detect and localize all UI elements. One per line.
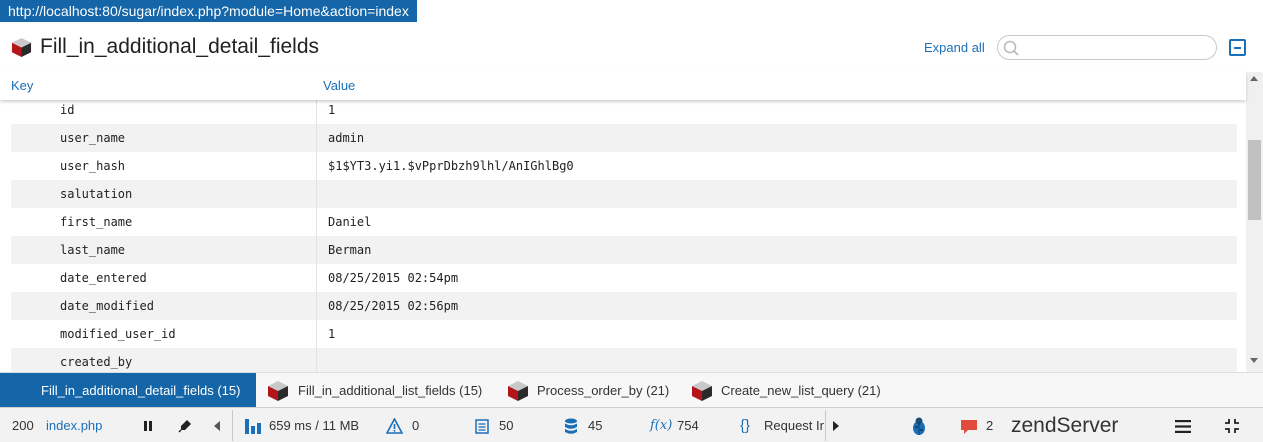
pause-icon[interactable] (142, 420, 154, 432)
tabs-bar: Fill_in_additional_detail_fields (15) Fi… (0, 372, 1263, 408)
warnings-count[interactable]: 0 (412, 408, 419, 442)
notifications-count[interactable]: 2 (986, 408, 993, 442)
warning-icon (386, 418, 403, 434)
column-divider (316, 124, 317, 152)
column-divider (316, 96, 317, 124)
status-divider (232, 410, 233, 441)
tab-label: Fill_in_additional_list_fields (15) (298, 383, 483, 398)
tab-create-new-list-query[interactable]: Create_new_list_query (21) (680, 373, 900, 408)
request-info-label[interactable]: Request In (764, 408, 824, 442)
chevron-left-icon[interactable] (213, 420, 221, 432)
functions-count[interactable]: 754 (677, 408, 699, 442)
scroll-down-arrow-icon[interactable] (1250, 358, 1258, 363)
panel-header: Fill_in_additional_detail_fields Expand … (0, 22, 1263, 72)
row-value: admin (328, 131, 365, 145)
table-row[interactable]: created_by (11, 348, 1237, 372)
tab-process-order-by[interactable]: Process_order_by (21) (496, 373, 680, 408)
row-key: modified_user_id (60, 327, 176, 341)
chat-icon[interactable] (960, 419, 978, 435)
row-key: date_modified (60, 299, 154, 313)
status-code: 200 (12, 418, 34, 433)
time-memory-value[interactable]: 659 ms / 11 MB (269, 408, 359, 442)
logs-count[interactable]: 50 (499, 408, 513, 442)
row-value: Daniel (328, 215, 372, 229)
pin-icon[interactable] (178, 419, 192, 433)
vertical-scrollbar[interactable] (1246, 72, 1263, 372)
collapse-icon[interactable] (1229, 39, 1246, 56)
row-value: Berman (328, 243, 372, 257)
column-divider (316, 180, 317, 208)
row-key: id (60, 103, 75, 117)
column-header-value[interactable]: Value (323, 78, 355, 93)
table-row[interactable]: user_hash $1$YT3.yi1.$vPprDbzh9lhl/AnIGh… (11, 152, 1237, 180)
db-queries-count[interactable]: 45 (588, 408, 602, 442)
row-value: 08/25/2015 02:56pm (328, 299, 459, 313)
url-status-bar: http://localhost:80/sugar/index.php?modu… (0, 0, 417, 22)
row-key: last_name (60, 243, 126, 257)
server-logo-word: Server (1056, 414, 1119, 437)
search-icon (1003, 40, 1019, 56)
row-value: $1$YT3.yi1.$vPprDbzh9lhl/AnIGhlBg0 (328, 159, 574, 173)
tab-label: Create_new_list_query (21) (721, 383, 881, 398)
column-divider (316, 208, 317, 236)
cube-icon (268, 381, 288, 401)
table-row[interactable]: last_name Berman (11, 236, 1237, 264)
shrink-icon[interactable] (1224, 418, 1240, 434)
table-row[interactable]: date_modified 08/25/2015 02:56pm (11, 292, 1237, 320)
column-divider (316, 264, 317, 292)
table-row[interactable]: modified_user_id 1 (11, 320, 1237, 348)
tab-fill-in-additional-list-fields[interactable]: Fill_in_additional_list_fields (15) (256, 373, 496, 408)
scroll-up-arrow-icon[interactable] (1250, 76, 1258, 81)
data-table: id 1 user_name admin user_hash $1$YT3.yi… (0, 96, 1246, 372)
column-divider (316, 292, 317, 320)
table-row[interactable]: first_name Daniel (11, 208, 1237, 236)
column-header-key[interactable]: Key (11, 78, 33, 93)
function-icon: f(x) (650, 418, 673, 433)
bug-icon[interactable] (909, 416, 929, 436)
scrollbar-thumb[interactable] (1248, 140, 1261, 220)
cube-icon (11, 37, 32, 58)
table-header: Key Value (0, 72, 1246, 100)
tab-label: Fill_in_additional_detail_fields (15) (41, 383, 241, 398)
column-divider (316, 152, 317, 180)
status-divider (825, 410, 826, 441)
table-row[interactable]: salutation (11, 180, 1237, 208)
cube-icon (508, 381, 528, 401)
column-divider (316, 320, 317, 348)
tab-label: Process_order_by (21) (537, 383, 670, 398)
search-input[interactable] (1024, 38, 1209, 57)
row-value: 08/25/2015 02:54pm (328, 271, 459, 285)
database-icon (565, 418, 577, 434)
column-divider (316, 348, 317, 372)
search-box[interactable] (997, 35, 1217, 60)
expand-all-link[interactable]: Expand all (924, 40, 985, 55)
row-key: salutation (60, 187, 133, 201)
row-key: user_hash (60, 159, 126, 173)
zend-server-logo: zendServer (1011, 408, 1118, 442)
bar-chart-icon (245, 419, 261, 434)
zend-logo-word: zend (1011, 414, 1057, 437)
row-value: 1 (328, 103, 336, 117)
row-key: created_by (60, 355, 133, 369)
zend-status-bar: 200 index.php 659 ms / 11 MB 0 50 45 f(x… (0, 407, 1263, 442)
row-key: date_entered (60, 271, 147, 285)
row-key: first_name (60, 215, 133, 229)
table-row[interactable]: user_name admin (11, 124, 1237, 152)
chevron-right-icon[interactable] (832, 420, 840, 432)
log-icon (475, 419, 489, 434)
column-divider (316, 236, 317, 264)
cube-icon (692, 381, 712, 401)
tab-fill-in-additional-detail-fields[interactable]: Fill_in_additional_detail_fields (15) (0, 373, 256, 408)
table-row[interactable]: date_entered 08/25/2015 02:54pm (11, 264, 1237, 292)
hamburger-icon[interactable] (1175, 420, 1191, 433)
row-value: 1 (328, 327, 336, 341)
table-row[interactable]: id 1 (11, 96, 1237, 124)
panel-title: Fill_in_additional_detail_fields (40, 35, 320, 58)
braces-icon: {} (740, 417, 751, 434)
script-link[interactable]: index.php (46, 408, 102, 442)
row-key: user_name (60, 131, 126, 145)
